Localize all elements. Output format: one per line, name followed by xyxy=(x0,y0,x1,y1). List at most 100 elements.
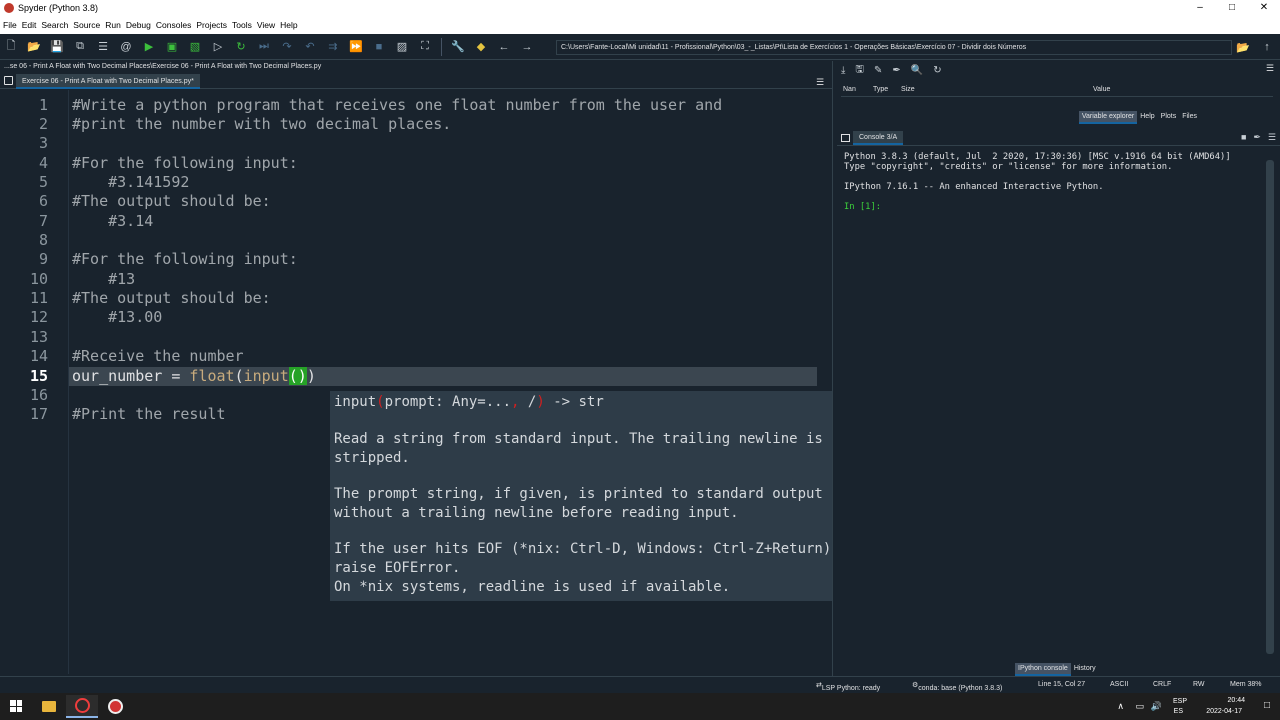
menu-edit[interactable]: Edit xyxy=(22,20,37,30)
menu-run[interactable]: Run xyxy=(105,20,121,30)
tab-history[interactable]: History xyxy=(1071,663,1099,676)
taskbar-recorder[interactable] xyxy=(99,695,131,718)
menu-search[interactable]: Search xyxy=(41,20,68,30)
back-arrow-icon[interactable]: ← xyxy=(497,40,511,54)
code-line-current[interactable]: our_number = float(input()) xyxy=(72,367,316,386)
tab-plots[interactable]: Plots xyxy=(1158,111,1180,124)
run-icon[interactable]: ▶ xyxy=(142,40,156,54)
code-line[interactable]: #13.00 xyxy=(72,308,162,327)
ipython-console[interactable]: Python 3.8.3 (default, Jul 2 2020, 17:30… xyxy=(837,147,1280,660)
console-scrollbar[interactable] xyxy=(1266,160,1274,654)
notification-icon[interactable]: □ xyxy=(1264,700,1270,711)
tab-help[interactable]: Help xyxy=(1137,111,1157,124)
col-type[interactable]: Type xyxy=(873,86,888,93)
windows-start-icon[interactable] xyxy=(10,700,22,712)
code-line[interactable]: #13 xyxy=(72,270,135,289)
builtin-input: input xyxy=(243,367,289,385)
menu-consoles[interactable]: Consoles xyxy=(156,20,191,30)
calltip-function: input xyxy=(334,394,377,410)
col-value[interactable]: Value xyxy=(1093,86,1110,93)
browse-tabs-icon[interactable] xyxy=(4,76,13,85)
tab-variable-explorer[interactable]: Variable explorer xyxy=(1078,111,1138,124)
save-data-icon[interactable]: 🖫 xyxy=(855,62,864,79)
save-all-icon[interactable]: ⧉ xyxy=(73,40,87,54)
taskbar-file-explorer[interactable] xyxy=(33,695,65,718)
language-top[interactable]: ESP xyxy=(1173,698,1187,705)
debug-return-icon[interactable]: ↶ xyxy=(303,40,317,54)
debug-into-icon[interactable]: ↷ xyxy=(280,40,294,54)
at-icon[interactable]: @ xyxy=(119,40,133,54)
code-line[interactable]: #Print the result xyxy=(72,405,226,424)
volume-icon[interactable]: 🔊 xyxy=(1151,701,1162,712)
tab-ipython-console[interactable]: IPython console xyxy=(1015,663,1071,676)
code-line[interactable]: #For the following input: xyxy=(72,154,298,173)
console-browse-icon[interactable] xyxy=(841,134,850,142)
clear-console-icon[interactable]: ✒ xyxy=(1253,132,1261,143)
code-line[interactable]: #3.14 xyxy=(72,212,153,231)
menu-projects[interactable]: Projects xyxy=(196,20,227,30)
code-line[interactable]: #print the number with two decimal place… xyxy=(72,115,451,134)
preferences-wrench-icon[interactable]: 🔧 xyxy=(451,40,465,54)
tray-chevron-icon[interactable]: ∧ xyxy=(1117,701,1124,712)
working-directory-input[interactable]: C:\Users\Fante-Local\Mi unidad\11 - Prof… xyxy=(556,40,1232,55)
save-icon[interactable]: 💾 xyxy=(50,40,64,54)
paren-close: ) xyxy=(306,367,316,385)
network-icon[interactable]: ▭ xyxy=(1135,701,1144,712)
parent-directory-icon[interactable]: ↑ xyxy=(1260,40,1274,54)
code-line[interactable]: #The output should be: xyxy=(72,289,271,308)
code-line[interactable]: #Write a python program that receives on… xyxy=(72,96,722,115)
fullscreen-icon[interactable]: ⛶ xyxy=(418,40,432,54)
minimize-button[interactable]: – xyxy=(1184,0,1216,16)
console-prompt[interactable]: In [1]: xyxy=(844,202,1273,212)
import-data-icon[interactable]: ⤓ xyxy=(841,65,845,76)
browse-directory-icon[interactable]: 📂 xyxy=(1236,40,1250,54)
run-cell-advance-icon[interactable]: ▧ xyxy=(188,40,202,54)
console-tab[interactable]: Console 3/A xyxy=(853,131,904,145)
menu-tools[interactable]: Tools xyxy=(232,20,252,30)
outline-icon[interactable]: ☰ xyxy=(96,40,110,54)
maximize-button[interactable]: □ xyxy=(1216,0,1248,16)
code-line[interactable]: #For the following input: xyxy=(72,250,298,269)
console-options-menu-icon[interactable]: ☰ xyxy=(1268,132,1276,143)
taskbar-spyder[interactable] xyxy=(66,695,98,718)
stop-kernel-icon[interactable]: ■ xyxy=(1241,132,1246,143)
forward-arrow-icon[interactable]: → xyxy=(520,40,534,54)
menu-debug[interactable]: Debug xyxy=(126,20,151,30)
col-name[interactable]: Nan xyxy=(843,86,856,93)
col-size[interactable]: Size xyxy=(901,86,915,93)
menu-source[interactable]: Source xyxy=(73,20,100,30)
debug-continue-icon[interactable]: ⇉ xyxy=(326,40,340,54)
language-bottom[interactable]: ES xyxy=(1174,708,1183,715)
new-file-icon[interactable]: 🗋 xyxy=(4,40,18,54)
code-line[interactable]: #Receive the number xyxy=(72,347,244,366)
erase-icon[interactable]: ✒ xyxy=(892,65,900,76)
code-line[interactable]: #3.141592 xyxy=(72,173,189,192)
stop-icon[interactable]: ■ xyxy=(372,40,386,54)
menu-file[interactable]: File xyxy=(3,20,17,30)
run-selection-icon[interactable]: ▷ xyxy=(211,40,225,54)
clock-date[interactable]: 2022-04-17 xyxy=(1206,708,1242,715)
maximize-pane-icon[interactable]: ▨ xyxy=(395,40,409,54)
open-file-icon[interactable]: 📂 xyxy=(27,40,41,54)
debug-forward-icon[interactable]: ⏩ xyxy=(349,40,363,54)
search-icon[interactable]: 🔍 xyxy=(911,65,923,76)
editor-options-menu-icon[interactable]: ☰ xyxy=(816,77,824,88)
rerun-icon[interactable]: ↻ xyxy=(234,40,248,54)
clock-time[interactable]: 20:44 xyxy=(1227,697,1245,704)
refresh-icon[interactable]: ↻ xyxy=(933,65,941,76)
menu-view[interactable]: View xyxy=(257,20,275,30)
close-button[interactable]: ✕ xyxy=(1248,0,1280,16)
var-options-menu-icon[interactable]: ☰ xyxy=(1266,63,1274,74)
tab-files[interactable]: Files xyxy=(1179,111,1200,124)
cursor-position: Line 15, Col 27 xyxy=(1038,681,1086,688)
debug-step-icon[interactable]: ⏭ xyxy=(257,40,271,54)
editor-tab-exercise06[interactable]: Exercise 06 - Print A Float with Two Dec… xyxy=(16,74,200,89)
line-endings: CRLF xyxy=(1153,681,1172,688)
run-cell-icon[interactable]: ▣ xyxy=(165,40,179,54)
save-data-as-icon[interactable]: ✎ xyxy=(874,65,882,76)
menu-help[interactable]: Help xyxy=(280,20,297,30)
python-path-icon[interactable]: ◆ xyxy=(474,40,488,54)
line-number: 8 xyxy=(38,231,48,249)
code-line[interactable]: #The output should be: xyxy=(72,192,271,211)
